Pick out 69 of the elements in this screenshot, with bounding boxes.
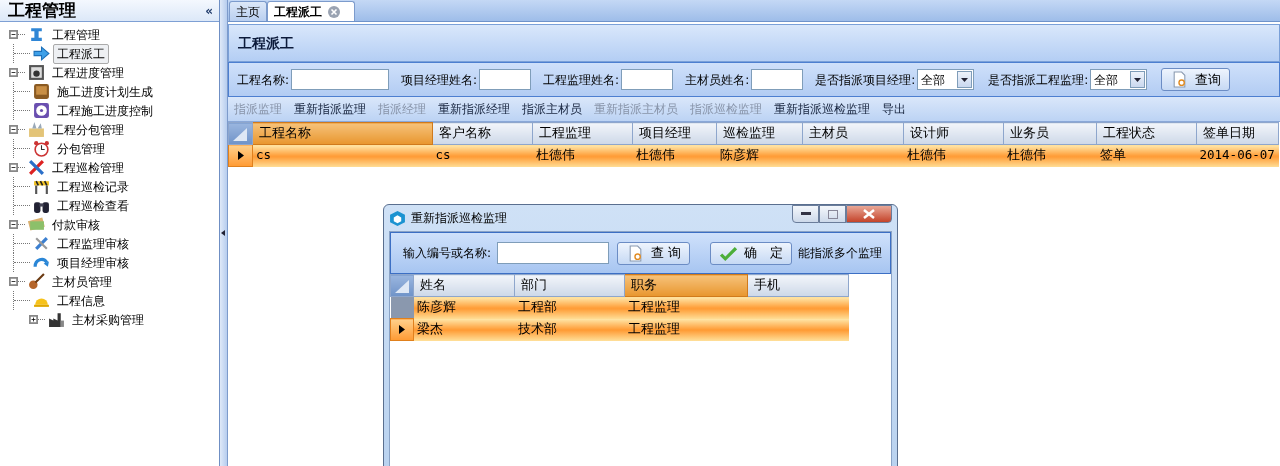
search-button[interactable]: 查 询 (617, 241, 691, 265)
table-cell: 杜德伟 (906, 147, 946, 163)
table-cell: 工程监理 (627, 321, 680, 337)
dropdown-field[interactable]: 全部 (917, 69, 975, 90)
column-header[interactable]: 部门 (514, 274, 625, 297)
column-header[interactable]: 业务员 (1003, 122, 1097, 145)
tree-item[interactable]: 工程信息 (53, 290, 109, 311)
confirm-button[interactable]: 确 定 (710, 241, 793, 265)
tree-item[interactable]: 工程监理审核 (53, 233, 133, 254)
field-label: 工程监理姓名: (543, 71, 620, 89)
table-cell: cs (435, 147, 451, 163)
tree-item[interactable]: 分包管理 (53, 138, 109, 159)
table-cell: 梁杰 (417, 321, 443, 337)
table-cell: 陈彦辉 (416, 299, 456, 315)
toolbar-link[interactable]: 导出 (882, 100, 906, 118)
toolbar-link[interactable]: 重新指派监理 (294, 100, 366, 118)
table-cell: 技术部 (517, 321, 557, 337)
column-header[interactable]: 主材员 (802, 122, 904, 145)
tree-item[interactable]: 工程巡检记录 (53, 176, 133, 197)
tab[interactable]: 主页 (229, 1, 267, 21)
table-cell: 杜德伟 (635, 147, 675, 163)
column-header[interactable]: 签单日期 (1196, 122, 1279, 145)
panel-title: 工程派工 (238, 33, 294, 53)
tree-item[interactable]: 工程管理 (48, 24, 104, 45)
column-header[interactable]: 工程状态 (1096, 122, 1197, 145)
note-text: 能指派多个监理 (798, 245, 883, 262)
dialog-title: 重新指派巡检监理 (411, 210, 507, 227)
toolbar-link[interactable]: 指派主材员 (522, 100, 582, 118)
column-header[interactable]: 姓名 (413, 274, 515, 297)
tree-item[interactable]: 工程巡检查看 (53, 195, 133, 216)
tree-item[interactable]: 施工进度计划生成 (53, 81, 157, 102)
column-header[interactable]: 设计师 (903, 122, 1004, 145)
column-header[interactable]: 工程监理 (532, 122, 633, 145)
search-button[interactable]: 查询 (1161, 68, 1231, 91)
tree-item[interactable]: 主材采购管理 (68, 309, 148, 330)
table-cell: cs (256, 147, 272, 163)
column-header[interactable]: 职务 (624, 274, 748, 297)
field-label: 主材员姓名: (685, 71, 750, 89)
tree-item[interactable]: 工程巡检管理 (48, 157, 128, 178)
table-cell: 工程监理 (627, 299, 680, 315)
column-header[interactable]: 客户名称 (432, 122, 533, 145)
column-header[interactable]: 巡检监理 (716, 122, 803, 145)
table-cell: 签单 (1099, 147, 1126, 163)
dropdown-field[interactable]: 全部 (1090, 69, 1148, 90)
field-label: 是否指派工程监理: (988, 71, 1089, 89)
tree-item[interactable]: 付款审核 (48, 214, 104, 235)
column-header[interactable]: 手机 (747, 274, 849, 297)
table-cell: 杜德伟 (1006, 147, 1046, 163)
toolbar-link[interactable]: 重新指派经理 (438, 100, 510, 118)
toolbar-link[interactable]: 重新指派巡检监理 (774, 100, 870, 118)
field-label: 输入编号或名称: (403, 245, 492, 262)
collapse-button[interactable]: « (205, 1, 213, 20)
field-label: 是否指派项目经理: (815, 71, 916, 89)
field-label: 项目经理姓名: (401, 71, 478, 89)
table-cell: 工程部 (517, 299, 557, 315)
table-cell: 2014-06-07 (1199, 147, 1275, 163)
tree-item[interactable]: 工程派工 (53, 43, 109, 64)
column-header[interactable]: 项目经理 (632, 122, 717, 145)
tree-item[interactable]: 工程进度管理 (48, 62, 128, 83)
column-header[interactable]: 工程名称 (252, 122, 433, 145)
tree-item[interactable]: 工程施工进度控制 (53, 100, 157, 121)
field-label: 工程名称: (237, 71, 290, 89)
table-cell: 陈彦辉 (719, 147, 759, 163)
tab[interactable]: 工程派工 (267, 1, 355, 21)
tree-item[interactable]: 项目经理审核 (53, 252, 133, 273)
tree-item[interactable]: 工程分包管理 (48, 119, 128, 140)
sidebar-title: 工程管理 (8, 0, 76, 22)
tree-item[interactable]: 主材员管理 (48, 271, 116, 292)
table-cell: 杜德伟 (535, 147, 575, 163)
